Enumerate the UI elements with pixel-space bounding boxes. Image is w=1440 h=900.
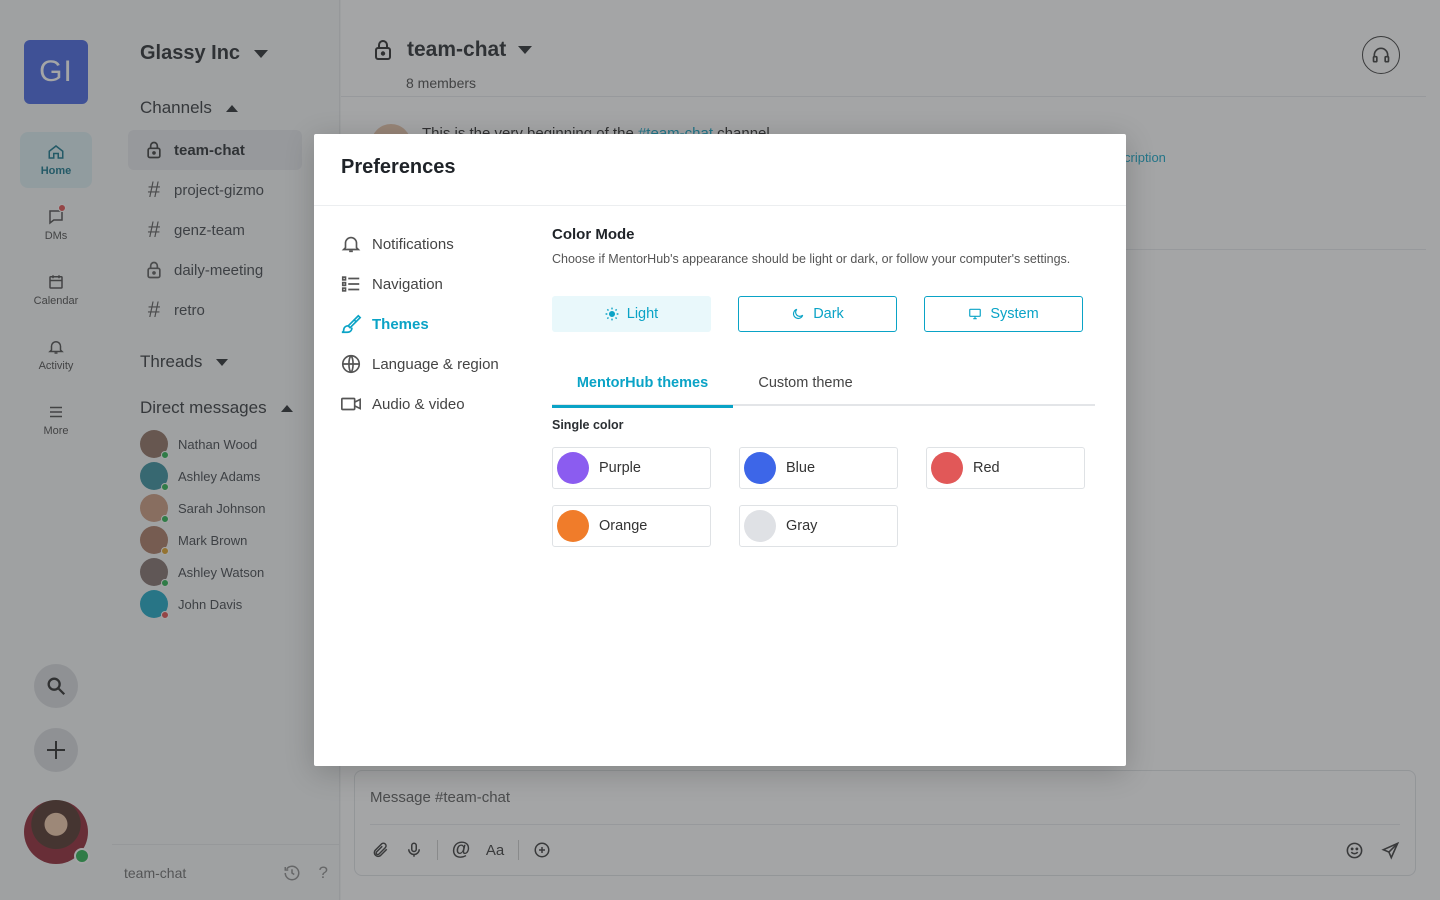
swatch-label: Purple [599,460,641,476]
pref-nav-themes[interactable]: Themes [340,304,499,344]
system-mode-button[interactable]: System [924,296,1083,332]
tab-mentorhub-themes[interactable]: MentorHub themes [552,360,733,408]
pref-nav-label: Navigation [372,275,443,293]
theme-swatch-orange[interactable]: Orange [552,505,711,547]
video-icon [341,397,361,411]
color-mode-title: Color Mode [552,226,635,243]
pref-nav-label: Audio & video [372,395,465,413]
color-mode-description: Choose if MentorHub's appearance should … [552,252,1071,266]
bell-icon [341,236,361,253]
dark-mode-button[interactable]: Dark [738,296,897,332]
theme-swatch-red[interactable]: Red [926,447,1085,489]
swatch-label: Red [973,460,1000,476]
color-dot [744,452,776,484]
pref-nav-audio-video[interactable]: Audio & video [340,384,499,424]
swatch-label: Gray [786,518,818,534]
pref-nav-notifications[interactable]: Notifications [340,224,499,264]
swatch-label: Orange [599,518,648,534]
color-dot [557,452,589,484]
modal-title: Preferences [341,156,456,178]
list-icon [341,276,360,292]
modal-divider [314,205,1126,206]
preferences-nav: Notifications Navigation Themes Language… [340,224,499,424]
tab-custom-theme[interactable]: Custom theme [733,360,878,406]
light-mode-button[interactable]: Light [552,296,711,332]
theme-tabs: MentorHub themes Custom theme [552,360,1095,408]
theme-swatch-purple[interactable]: Purple [552,447,711,489]
preferences-modal: Preferences Notifications Navigation The… [314,134,1126,766]
color-dot [557,510,589,542]
color-dot [744,510,776,542]
theme-swatch-blue[interactable]: Blue [739,447,898,489]
color-dot [931,452,963,484]
globe-icon [341,354,361,374]
pref-nav-label: Notifications [372,235,454,253]
single-color-heading: Single color [552,418,624,432]
pref-nav-language[interactable]: Language & region [340,344,499,384]
mode-label: Dark [813,306,844,322]
brush-icon [341,314,362,334]
monitor-icon [969,308,982,320]
swatch-label: Blue [786,460,816,476]
sun-icon [605,307,619,321]
mode-label: System [990,306,1039,322]
pref-nav-navigation[interactable]: Navigation [340,264,499,304]
pref-nav-label: Language & region [372,355,499,373]
moon-icon [793,308,804,319]
mode-label: Light [626,306,659,322]
theme-swatch-gray[interactable]: Gray [739,505,898,547]
pref-nav-label: Themes [372,315,429,333]
